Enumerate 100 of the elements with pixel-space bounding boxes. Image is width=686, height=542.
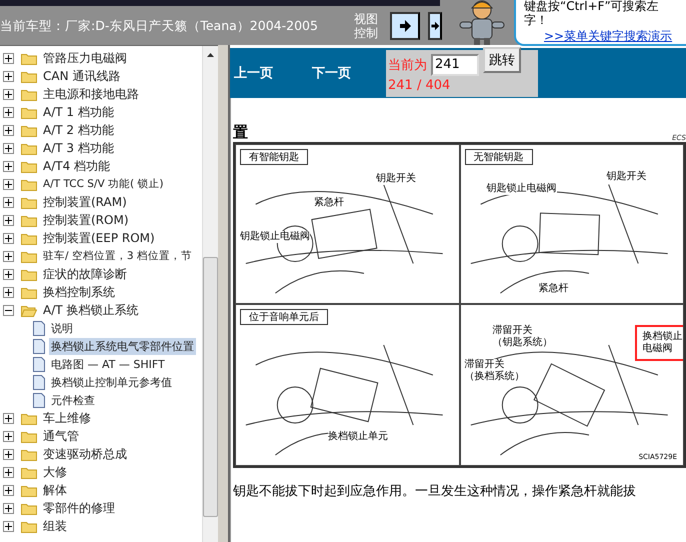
tree-item[interactable]: A/T 3 档功能 xyxy=(41,138,116,158)
tree-item[interactable]: A/T 1 档功能 xyxy=(41,102,116,122)
tree-item[interactable]: A/T4 档功能 xyxy=(41,156,112,176)
folder-icon xyxy=(21,70,37,82)
tree-item[interactable]: 组装 xyxy=(41,516,69,536)
folder-icon xyxy=(21,232,37,244)
folder-icon xyxy=(21,430,37,442)
tree-item[interactable]: 换档锁止控制单元参考值 xyxy=(49,374,174,390)
folder-icon xyxy=(21,466,37,478)
expander-icon[interactable] xyxy=(3,430,14,442)
tree-item[interactable]: 变速驱动桥总成 xyxy=(41,444,129,464)
folder-icon xyxy=(21,484,37,496)
expander-icon[interactable] xyxy=(3,106,14,118)
folder-icon xyxy=(21,304,37,316)
expander-icon[interactable] xyxy=(3,250,14,262)
folder-icon xyxy=(21,106,37,118)
expander-icon[interactable] xyxy=(3,178,14,190)
tree-item[interactable]: 零部件的修理 xyxy=(41,498,117,518)
panel-title: 有智能钥匙 xyxy=(240,149,308,165)
tree-item[interactable]: 换档控制系统 xyxy=(41,282,117,302)
folder-icon xyxy=(21,196,37,208)
tree-item[interactable]: 换档锁止系统电气零部件位置 xyxy=(49,338,196,354)
tree-item[interactable]: 控制装置(RAM) xyxy=(41,192,129,212)
next-page-link[interactable]: 下一页 xyxy=(312,64,386,82)
view-control-label: 控制 xyxy=(354,26,378,40)
tree-item[interactable]: 管路压力电磁阀 xyxy=(41,48,129,68)
tree-item[interactable]: 症状的故障诊断 xyxy=(41,264,129,284)
section-heading: 置 xyxy=(233,123,248,142)
folder-icon xyxy=(21,250,37,262)
scrollbar[interactable] xyxy=(202,46,218,542)
expander-icon[interactable] xyxy=(3,232,14,244)
tree-item[interactable]: 说明 xyxy=(49,320,75,336)
folder-icon xyxy=(21,214,37,226)
panel-title: 位于音响单元后 xyxy=(240,309,328,325)
tree-item[interactable]: 驻车/ 空档位置，3 档位置，节 xyxy=(41,248,194,264)
tree-item[interactable]: 主电源和接地电路 xyxy=(41,84,141,104)
callout-label: 滞留开关 xyxy=(464,359,504,371)
tree-item[interactable]: 元件检查 xyxy=(49,392,97,408)
callout-label: 钥匙锁止电磁阀 xyxy=(486,183,556,195)
body-text: 钥匙不能拔下时起到应急作用。一旦发生这种情况，操作紧急杆就能拔 xyxy=(233,483,637,500)
panel-title: 无智能钥匙 xyxy=(464,149,532,165)
expander-icon[interactable] xyxy=(3,412,14,424)
expander-icon[interactable] xyxy=(3,502,14,514)
view-control-label: 视图 xyxy=(354,12,378,26)
callout-label: 钥匙开关 xyxy=(606,171,646,183)
document-icon xyxy=(32,356,46,372)
tree-item[interactable]: 控制装置(EEP ROM) xyxy=(41,228,157,248)
callout-label: 换档锁止单元 xyxy=(328,431,388,443)
folder-icon xyxy=(21,178,37,190)
expander-icon[interactable] xyxy=(3,52,14,64)
page-input[interactable]: 241 xyxy=(431,54,479,76)
expander-icon[interactable] xyxy=(3,124,14,136)
keyword-search-demo-link[interactable]: >>菜单关键字搜索演示 xyxy=(544,28,686,44)
folder-icon xyxy=(21,448,37,460)
arrow-right-icon xyxy=(398,18,412,32)
expander-icon[interactable] xyxy=(3,214,14,226)
folder-icon xyxy=(21,412,37,424)
callout-label: 滞留开关 xyxy=(492,325,532,337)
expander-icon[interactable] xyxy=(3,160,14,172)
expander-icon[interactable] xyxy=(3,88,14,100)
document-icon xyxy=(32,392,46,408)
tree-item[interactable]: A/T 2 档功能 xyxy=(41,120,116,140)
callout-label: 钥匙开关 xyxy=(376,173,416,185)
expander-icon[interactable] xyxy=(3,268,14,280)
tree-item[interactable]: CAN 通讯线路 xyxy=(41,66,122,86)
tree-item[interactable]: 通气管 xyxy=(41,426,81,446)
expander-icon[interactable] xyxy=(3,196,14,208)
folder-icon xyxy=(21,268,37,280)
callout-label: 紧急杆 xyxy=(538,283,568,295)
tree-item[interactable]: 车上维修 xyxy=(41,408,93,428)
expander-icon[interactable] xyxy=(3,286,14,298)
current-page-label: 当前为 xyxy=(388,56,427,74)
tree-item[interactable]: A/T 换档锁止系统 xyxy=(41,300,140,320)
expander-icon[interactable] xyxy=(3,520,14,532)
tree-item[interactable]: 控制装置(ROM) xyxy=(41,210,130,230)
document-icon xyxy=(32,320,46,336)
expander-icon[interactable] xyxy=(3,448,14,460)
previous-page-link[interactable]: 上一页 xyxy=(234,64,308,82)
expander-icon[interactable] xyxy=(3,484,14,496)
tree-item[interactable]: 电路图 — AT — SHIFT xyxy=(49,356,167,372)
callout-label: 钥匙锁止电磁阀 xyxy=(240,231,310,243)
callout-label: 紧急杆 xyxy=(314,197,344,209)
document-icon xyxy=(32,338,46,354)
expander-icon[interactable] xyxy=(3,70,14,82)
tree-item[interactable]: 大修 xyxy=(41,462,69,482)
expander-icon[interactable] xyxy=(3,142,14,154)
folder-icon xyxy=(21,160,37,172)
folder-icon xyxy=(21,520,37,532)
jump-button[interactable]: 跳转 xyxy=(483,46,521,72)
pane-splitter[interactable] xyxy=(218,45,230,542)
callout-label: 电磁阀 xyxy=(642,343,672,355)
document-icon xyxy=(32,374,46,390)
forward-button[interactable] xyxy=(390,12,420,40)
folder-icon xyxy=(21,52,37,64)
expander-icon[interactable] xyxy=(3,466,14,478)
vehicle-model-label: 当前车型：厂家:D-东风日产天籁（Teana）2004-2005 xyxy=(0,18,319,35)
tree-item[interactable]: A/T TCC S/V 功能( 锁止) xyxy=(41,176,166,192)
expander-icon[interactable] xyxy=(3,304,14,316)
end-button[interactable] xyxy=(428,12,442,40)
tree-item[interactable]: 解体 xyxy=(41,480,69,500)
